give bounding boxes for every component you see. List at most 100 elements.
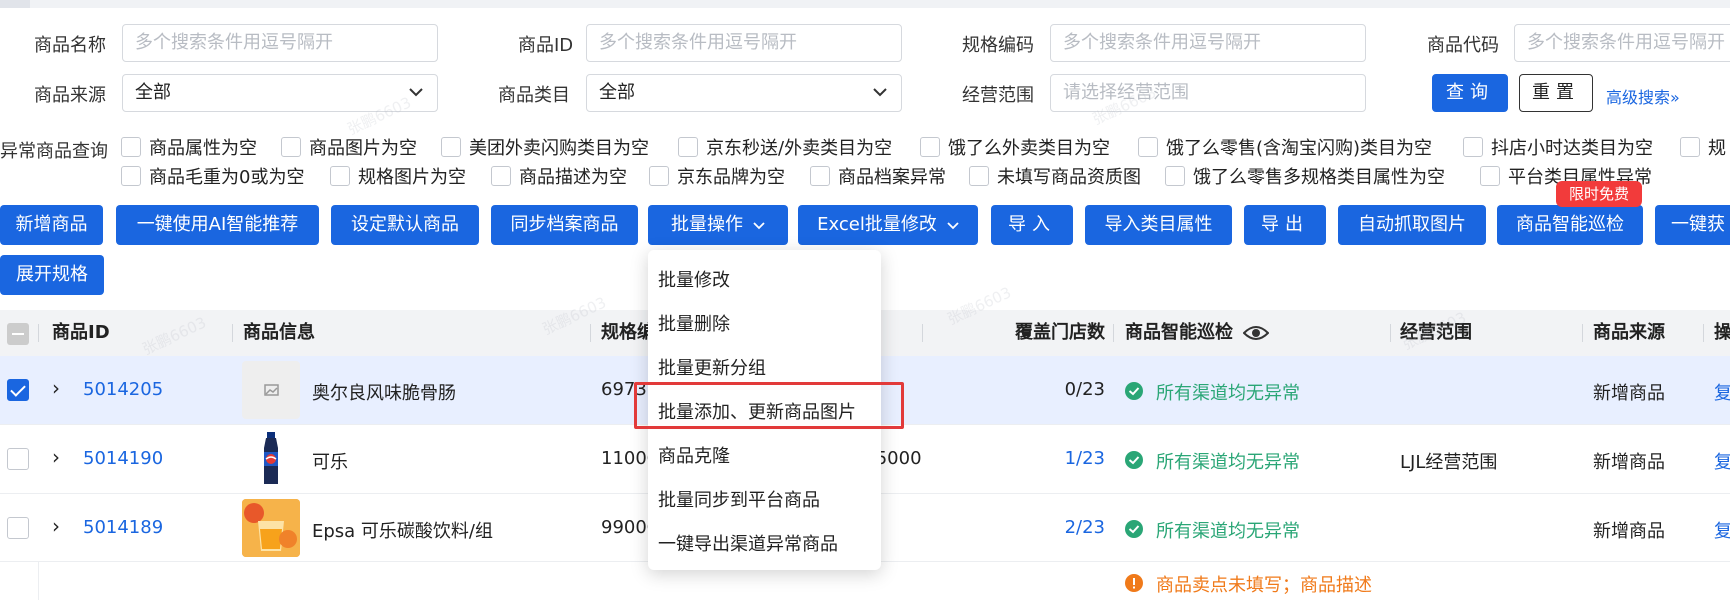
abnormal-filter-checkbox[interactable] [441, 137, 461, 157]
product-id-link[interactable]: 5014190 [83, 448, 163, 469]
abnormal-filter-checkbox[interactable] [810, 166, 830, 186]
sync-archive-button[interactable]: 同步档案商品 [491, 205, 638, 245]
abnormal-filter-checkbox[interactable] [1480, 166, 1500, 186]
reset-button[interactable]: 重置 [1519, 74, 1593, 112]
abnormal-filter-option[interactable]: 商品毛重为0或为空 [121, 163, 304, 189]
abnormal-filter-label: 商品档案异常 [838, 167, 946, 188]
abnormal-filter-option[interactable]: 饿了么零售多规格类目属性为空 [1165, 163, 1445, 189]
copy-link[interactable]: 复 [1714, 379, 1730, 405]
check-circle-icon [1125, 382, 1143, 400]
abnormal-filter-checkbox[interactable] [281, 137, 301, 157]
abnormal-filter-checkbox[interactable] [920, 137, 940, 157]
abnormal-filter-checkbox[interactable] [969, 166, 989, 186]
row-checkbox[interactable] [7, 517, 29, 539]
abnormal-filter-checkbox[interactable] [1165, 166, 1185, 186]
spec-code-input[interactable]: 多个搜索条件用逗号隔开 [1050, 24, 1366, 62]
product-source: 新增商品 [1593, 383, 1665, 404]
product-thumbnail [242, 499, 300, 557]
query-button[interactable]: 查询 [1432, 74, 1508, 112]
filter-label-scope: 经营范围 [962, 85, 1034, 106]
column-header-scope: 经营范围 [1400, 322, 1472, 343]
menu-item-batch-sync-platform[interactable]: 批量同步到平台商品 [658, 486, 820, 512]
scope-select[interactable]: 请选择经营范围 [1050, 74, 1366, 112]
menu-item-batch-update-group[interactable]: 批量更新分组 [658, 354, 766, 380]
cover-store-count: 0/23 [1064, 379, 1105, 400]
column-header-spec: 规格编 [601, 322, 655, 343]
abnormal-filter-option[interactable]: 规 [1680, 134, 1726, 160]
abnormal-filter-checkbox[interactable] [1463, 137, 1483, 157]
abnormal-filter-option[interactable]: 规格图片为空 [330, 163, 466, 189]
abnormal-filter-option[interactable]: 饿了么外卖类目为空 [920, 134, 1110, 160]
menu-item-clone-product[interactable]: 商品克隆 [658, 442, 730, 468]
abnormal-filter-option[interactable]: 美团外卖闪购类目为空 [441, 134, 649, 160]
cover-store-count[interactable]: 2/23 [1000, 517, 1105, 538]
source-select[interactable]: 全部 [122, 74, 438, 112]
abnormal-filter-checkbox[interactable] [121, 166, 141, 186]
auto-fetch-images-button[interactable]: 自动抓取图片 [1338, 205, 1486, 245]
product-id-link[interactable]: 5014189 [83, 517, 163, 538]
abnormal-filter-option[interactable]: 商品描述为空 [491, 163, 627, 189]
check-circle-icon [1125, 451, 1143, 469]
excel-batch-edit-button[interactable]: Excel批量修改 [798, 205, 978, 245]
expand-row-icon[interactable]: › [52, 445, 60, 469]
row-checkbox[interactable] [7, 379, 29, 401]
abnormal-filter-checkbox[interactable] [330, 166, 350, 186]
abnormal-filter-option[interactable]: 京东秒送/外卖类目为空 [678, 134, 892, 160]
column-header-inspection-label: 商品智能巡检 [1125, 322, 1233, 343]
add-product-button[interactable]: 新增商品 [0, 205, 103, 245]
abnormal-filter-option[interactable]: 抖店小时达类目为空 [1463, 134, 1653, 160]
import-category-attributes-button[interactable]: 导入类目属性 [1085, 205, 1232, 245]
copy-link[interactable]: 复 [1714, 517, 1730, 543]
abnormal-filter-label: 京东秒送/外卖类目为空 [706, 138, 893, 159]
highlight-annotation-box [634, 382, 904, 429]
expand-row-icon[interactable]: › [52, 514, 60, 538]
business-scope: LJL经营范围 [1400, 452, 1498, 473]
menu-item-export-abnormal[interactable]: 一键导出渠道异常商品 [658, 530, 838, 556]
copy-link[interactable]: 复 [1714, 448, 1730, 474]
abnormal-filter-option[interactable]: 商品图片为空 [281, 134, 417, 160]
abnormal-filter-option[interactable]: 商品属性为空 [121, 134, 257, 160]
abnormal-filter-label: 美团外卖闪购类目为空 [469, 138, 649, 159]
abnormal-filter-checkbox[interactable] [1138, 137, 1158, 157]
expand-row-icon[interactable]: › [52, 376, 60, 400]
tab-handle[interactable] [0, 0, 30, 8]
expand-spec-button[interactable]: 展开规格 [0, 255, 104, 295]
abnormal-filter-checkbox[interactable] [649, 166, 669, 186]
chevron-down-icon [947, 222, 959, 230]
abnormal-filter-checkbox[interactable] [121, 137, 141, 157]
eye-icon[interactable] [1242, 324, 1270, 342]
abnormal-filter-checkbox[interactable] [1680, 137, 1700, 157]
abnormal-filter-checkbox[interactable] [491, 166, 511, 186]
column-header-id: 商品ID [52, 322, 110, 343]
export-button[interactable]: 导出 [1244, 205, 1326, 245]
abnormal-filter-option[interactable]: 商品档案异常 [810, 163, 946, 189]
row-checkbox[interactable] [7, 448, 29, 470]
menu-item-batch-delete[interactable]: 批量删除 [658, 310, 730, 336]
abnormal-query-label: 异常商品查询 [0, 141, 108, 162]
one-click-fetch-button[interactable]: 一键获 [1655, 205, 1730, 245]
ai-recommend-button[interactable]: 一键使用AI智能推荐 [116, 205, 319, 245]
product-id-input[interactable]: 多个搜索条件用逗号隔开 [586, 24, 902, 62]
product-id-link[interactable]: 5014205 [83, 379, 163, 400]
filter-label-product-id: 商品ID [518, 35, 574, 56]
product-code-input[interactable]: 多个搜索条件用逗号隔开 [1514, 24, 1730, 62]
advanced-search-link[interactable]: 高级搜索» [1606, 84, 1680, 108]
column-divider [232, 324, 233, 342]
cover-store-count[interactable]: 1/23 [1000, 448, 1105, 469]
set-default-product-button[interactable]: 设定默认商品 [331, 205, 479, 245]
import-button[interactable]: 导入 [991, 205, 1073, 245]
abnormal-filter-option[interactable]: 京东品牌为空 [649, 163, 785, 189]
select-all-checkbox[interactable] [7, 323, 29, 345]
smart-inspection-button[interactable]: 商品智能巡检 [1497, 205, 1643, 245]
abnormal-filter-label: 饿了么零售多规格类目属性为空 [1193, 167, 1445, 188]
batch-operation-button[interactable]: 批量操作 [648, 205, 788, 245]
category-select[interactable]: 全部 [586, 74, 902, 112]
abnormal-filter-label: 饿了么外卖类目为空 [948, 138, 1110, 159]
abnormal-filter-option[interactable]: 饿了么零售(含淘宝闪购)类目为空 [1138, 134, 1432, 160]
menu-item-batch-edit[interactable]: 批量修改 [658, 266, 730, 292]
abnormal-filter-option[interactable]: 未填写商品资质图 [969, 163, 1141, 189]
product-name-input[interactable]: 多个搜索条件用逗号隔开 [122, 24, 438, 62]
abnormal-filter-checkbox[interactable] [678, 137, 698, 157]
batch-operation-label: 批量操作 [671, 214, 743, 235]
abnormal-filter-label: 商品毛重为0或为空 [149, 167, 305, 188]
